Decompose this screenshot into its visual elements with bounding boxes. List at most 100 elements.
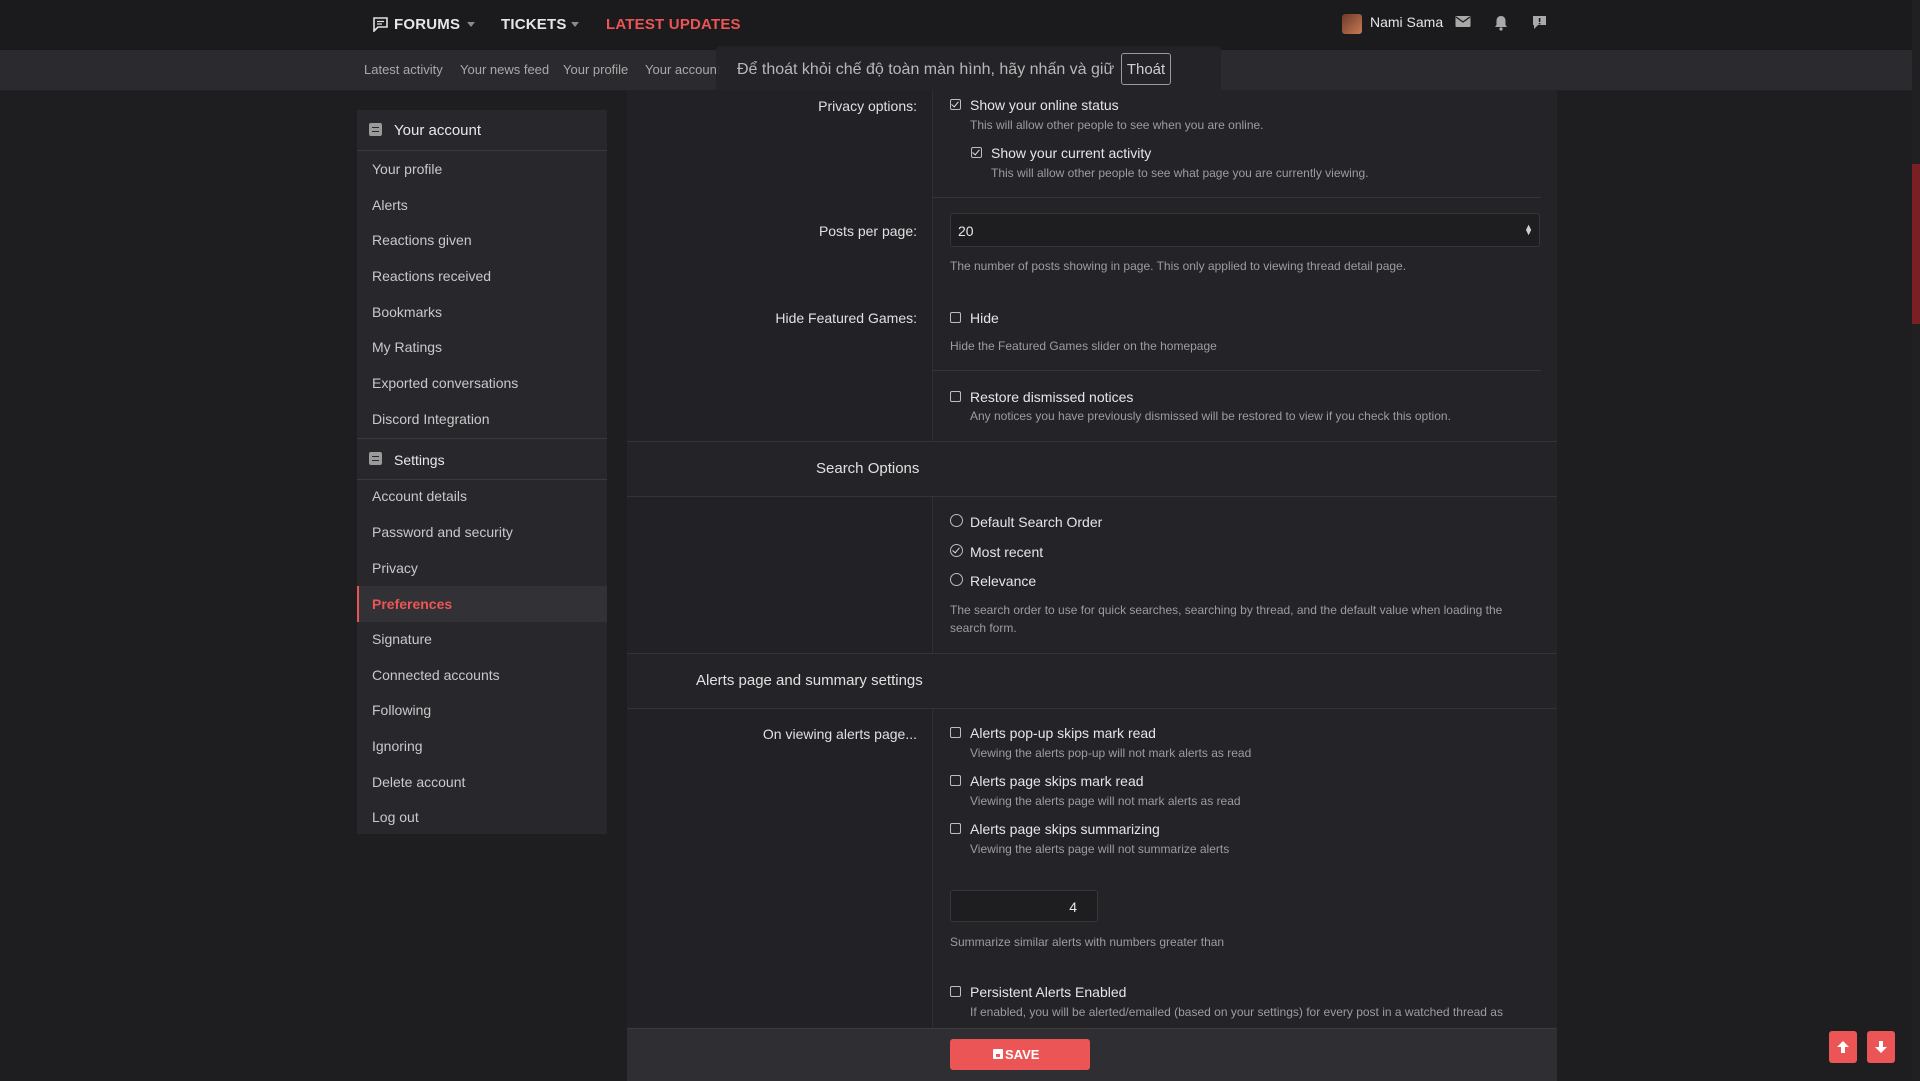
- privacy-options-label: Privacy options:: [818, 98, 917, 114]
- divider: [933, 197, 1541, 198]
- page-skips-mark-read-hint: Viewing the alerts page will not mark al…: [970, 794, 1241, 808]
- persistent-alerts-label[interactable]: Persistent Alerts Enabled: [970, 984, 1126, 1000]
- sidebar-item-log-out[interactable]: Log out: [357, 800, 607, 834]
- sidebar-section-settings: Settings: [357, 438, 607, 480]
- floppy-disk-icon: [993, 1049, 1003, 1059]
- nav-latest-updates[interactable]: LATEST UPDATES: [606, 16, 741, 33]
- sidebar-item-label: Following: [372, 702, 432, 718]
- sidebar-item-following[interactable]: Following: [357, 693, 607, 727]
- page-skips-summarizing-checkbox[interactable]: [950, 823, 961, 834]
- hide-featured-games-checkbox[interactable]: [950, 312, 961, 323]
- restore-notices-label[interactable]: Restore dismissed notices: [970, 389, 1133, 405]
- list-icon: [369, 123, 382, 136]
- popup-skips-mark-read-checkbox[interactable]: [950, 727, 961, 738]
- sidebar-item-label: Reactions given: [372, 232, 472, 248]
- sidebar-item-label: Log out: [372, 809, 419, 825]
- current-activity-label[interactable]: Show your current activity: [991, 145, 1151, 161]
- summarize-threshold-input[interactable]: 4: [950, 890, 1098, 922]
- search-options-heading: Search Options: [816, 460, 920, 477]
- online-status-hint: This will allow other people to see when…: [970, 118, 1264, 132]
- popup-skips-mark-read-label[interactable]: Alerts pop-up skips mark read: [970, 725, 1156, 741]
- alerts-settings-section: Alerts page and summary settings: [627, 653, 1557, 709]
- sidebar-item-label: Your profile: [372, 161, 443, 177]
- sidebar-item-discord-integration[interactable]: Discord Integration: [357, 402, 607, 436]
- restore-notices-checkbox[interactable]: [950, 391, 961, 402]
- divider: [933, 370, 1541, 371]
- posts-per-page-select[interactable]: 20 ▲ ▼: [950, 213, 1540, 247]
- fullscreen-exit-button[interactable]: Thoát: [1121, 53, 1171, 85]
- nav-tickets[interactable]: TICKETS: [501, 16, 567, 33]
- radio-default-search-order[interactable]: [950, 514, 963, 527]
- current-activity-hint: This will allow other people to see what…: [991, 166, 1369, 180]
- persistent-alerts-checkbox[interactable]: [950, 986, 961, 997]
- sidebar-item-alerts[interactable]: Alerts: [357, 188, 607, 222]
- subnav-news-feed[interactable]: Your news feed: [460, 62, 549, 77]
- list-icon: [369, 452, 382, 465]
- posts-per-page-label: Posts per page:: [818, 223, 917, 239]
- report-bubble-icon[interactable]: [1532, 15, 1547, 35]
- persistent-alerts-hint: If enabled, you will be alerted/emailed …: [970, 1005, 1503, 1019]
- sidebar-item-my-ratings[interactable]: My Ratings: [357, 330, 607, 364]
- bell-icon[interactable]: [1494, 15, 1508, 36]
- sidebar-item-connected-accounts[interactable]: Connected accounts: [357, 658, 607, 692]
- fullscreen-notice-text: Để thoát khỏi chế độ toàn màn hình, hãy …: [737, 61, 1115, 78]
- scroll-to-bottom-button[interactable]: [1867, 1031, 1895, 1063]
- current-activity-checkbox[interactable]: [971, 147, 982, 158]
- search-order-hint: The search order to use for quick search…: [950, 603, 1503, 635]
- top-navigation: FORUMS TICKETS LATEST UPDATES Nami Sama: [0, 0, 1912, 50]
- scrollbar-thumb[interactable]: [1912, 164, 1920, 324]
- posts-per-page-hint: The number of posts showing in page. Thi…: [950, 259, 1407, 273]
- summarize-threshold-value: 4: [1069, 899, 1077, 915]
- sidebar-item-delete-account[interactable]: Delete account: [357, 765, 607, 799]
- sidebar-item-label: Alerts: [372, 197, 408, 213]
- most-recent-label[interactable]: Most recent: [970, 544, 1043, 560]
- sidebar-item-label: Account details: [372, 488, 467, 504]
- relevance-label[interactable]: Relevance: [970, 573, 1036, 589]
- page-skips-mark-read-label[interactable]: Alerts page skips mark read: [970, 773, 1144, 789]
- sidebar-item-label: Discord Integration: [372, 411, 490, 427]
- subnav-your-account[interactable]: Your account: [645, 62, 720, 77]
- username-link[interactable]: Nami Sama: [1370, 14, 1443, 30]
- sidebar-item-bookmarks[interactable]: Bookmarks: [357, 295, 607, 329]
- page-skips-mark-read-checkbox[interactable]: [950, 775, 961, 786]
- sidebar-item-label: Bookmarks: [372, 304, 443, 320]
- sidebar-item-label: Ignoring: [372, 738, 423, 754]
- sidebar-item-exported-conversations[interactable]: Exported conversations: [357, 366, 607, 400]
- sidebar-item-ignoring[interactable]: Ignoring: [357, 729, 607, 763]
- forums-dropdown-caret[interactable]: [467, 22, 475, 27]
- alerts-settings-heading: Alerts page and summary settings: [696, 672, 923, 689]
- subnav-latest-activity[interactable]: Latest activity: [364, 62, 443, 77]
- radio-most-recent[interactable]: [950, 544, 963, 557]
- subnav-your-profile[interactable]: Your profile: [563, 62, 628, 77]
- page-skips-summarizing-label[interactable]: Alerts page skips summarizing: [970, 821, 1160, 837]
- sidebar-item-password-security[interactable]: Password and security: [357, 515, 607, 549]
- online-status-checkbox[interactable]: [950, 99, 961, 110]
- sidebar-item-signature[interactable]: Signature: [357, 622, 607, 656]
- sidebar-item-reactions-given[interactable]: Reactions given: [357, 223, 607, 257]
- sidebar-item-label: Password and security: [372, 524, 513, 540]
- nav-forums[interactable]: FORUMS: [394, 16, 460, 33]
- online-status-label[interactable]: Show your online status: [970, 97, 1119, 113]
- save-button[interactable]: SAVE: [950, 1039, 1090, 1070]
- hide-featured-games-label: Hide Featured Games:: [775, 310, 917, 326]
- envelope-icon[interactable]: [1455, 15, 1471, 34]
- popup-skips-mark-read-hint: Viewing the alerts pop-up will not mark …: [970, 746, 1252, 760]
- save-button-label: SAVE: [1005, 1047, 1040, 1062]
- sidebar-item-label: My Ratings: [372, 339, 443, 355]
- scroll-to-top-button[interactable]: [1829, 1031, 1857, 1063]
- hide-featured-games-option[interactable]: Hide: [970, 310, 999, 326]
- sidebar-item-label: Preferences: [372, 596, 453, 612]
- account-sidebar: Your account Your profile Alerts Reactio…: [357, 110, 607, 834]
- tickets-dropdown-caret[interactable]: [571, 22, 579, 27]
- sidebar-item-label: Reactions received: [372, 268, 492, 284]
- default-search-order-label[interactable]: Default Search Order: [970, 514, 1102, 530]
- sidebar-item-reactions-received[interactable]: Reactions received: [357, 259, 607, 293]
- sidebar-item-privacy[interactable]: Privacy: [357, 551, 607, 585]
- avatar[interactable]: [1342, 14, 1362, 34]
- radio-relevance[interactable]: [950, 573, 963, 586]
- page-scrollbar[interactable]: [1912, 0, 1920, 1080]
- sidebar-item-preferences[interactable]: Preferences: [357, 586, 607, 622]
- sidebar-item-your-profile[interactable]: Your profile: [357, 152, 607, 186]
- select-arrows-icon: ▲ ▼: [1524, 222, 1533, 237]
- sidebar-item-account-details[interactable]: Account details: [357, 479, 607, 513]
